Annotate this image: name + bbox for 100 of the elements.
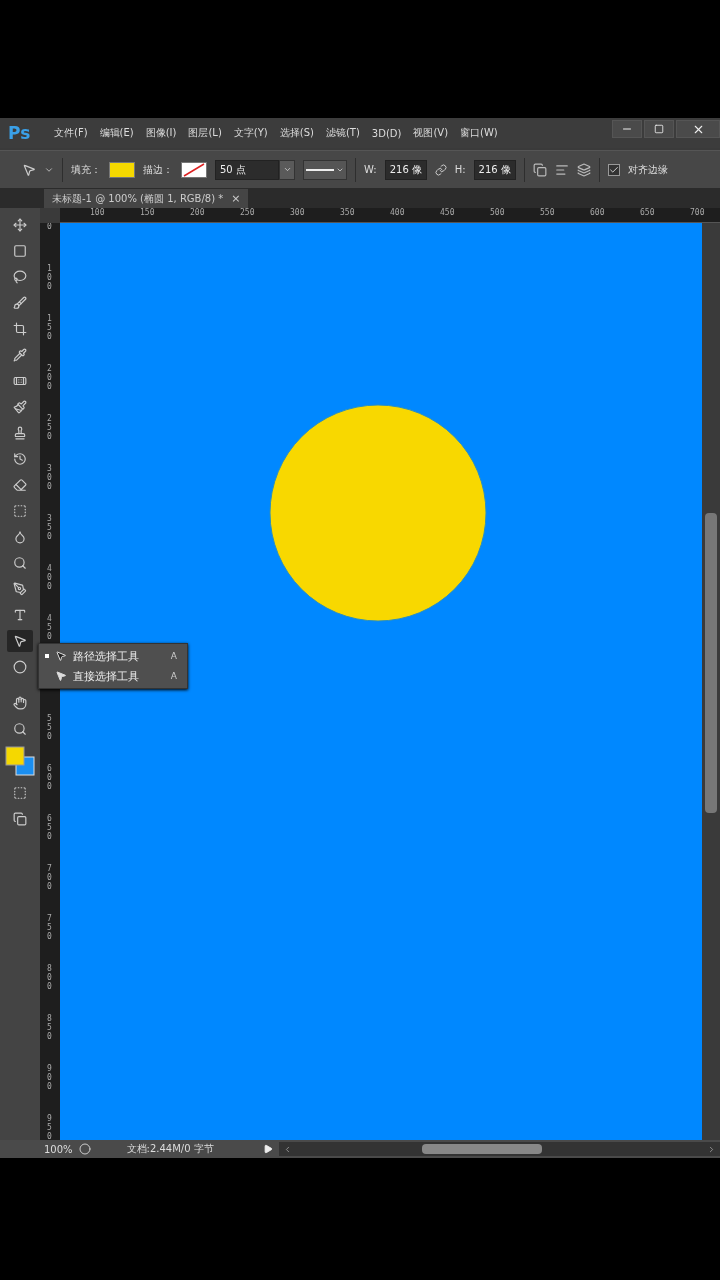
- app-logo: Ps: [8, 123, 32, 143]
- stamp-icon: [13, 426, 27, 440]
- shortcut-key: A: [170, 651, 177, 661]
- menu-item[interactable]: 视图(V): [407, 126, 455, 140]
- path-operations-icon[interactable]: [532, 162, 547, 177]
- flyout-item[interactable]: 路径选择工具: [73, 648, 165, 664]
- zoom-icon: [13, 722, 27, 736]
- align-edges-label: 对齐边缘: [627, 162, 668, 177]
- ruler-label: 250: [47, 415, 53, 443]
- pointer-icon: [55, 650, 67, 662]
- tool-button[interactable]: [7, 630, 33, 652]
- path-alignment-icon[interactable]: [554, 162, 569, 177]
- ruler-label: 400: [47, 565, 53, 593]
- pointer-icon: [55, 670, 67, 682]
- ruler-label: 450: [47, 615, 53, 643]
- stroke-label: 描边：: [143, 162, 173, 177]
- ruler-label: 850: [47, 1015, 53, 1043]
- fill-swatch[interactable]: [109, 161, 135, 178]
- menu-item[interactable]: 窗口(W): [454, 126, 504, 140]
- menu-item[interactable]: 图像(I): [139, 126, 183, 140]
- ruler-label: 450: [440, 208, 455, 217]
- menu-item[interactable]: 文字(Y): [227, 126, 274, 140]
- ruler-label: 950: [47, 1115, 53, 1140]
- stroke-swatch[interactable]: [181, 161, 207, 178]
- eyedropper-icon: [13, 348, 27, 362]
- brush-icon: [13, 296, 27, 310]
- menu-item[interactable]: 图层(L): [182, 126, 228, 140]
- pen-icon: [13, 582, 27, 596]
- magnifier-icon: [13, 556, 27, 570]
- hand-icon: [13, 696, 27, 710]
- ruler-label: 500: [490, 208, 505, 217]
- link-icon[interactable]: [434, 163, 447, 176]
- width-field[interactable]: 216 像: [384, 159, 427, 180]
- history-icon: [13, 452, 27, 466]
- stroke-width-field[interactable]: 50 点: [215, 159, 279, 180]
- screen-mode-icon: [13, 812, 27, 826]
- caret-icon: [282, 165, 292, 174]
- close-button[interactable]: [676, 120, 720, 138]
- pointer-icon[interactable]: [22, 162, 36, 177]
- height-field[interactable]: 216 像: [473, 159, 516, 180]
- ruler-label: 0: [47, 223, 53, 233]
- shortcut-key: A: [170, 671, 177, 681]
- menu-item[interactable]: 3D(D): [365, 127, 408, 139]
- flyout-item[interactable]: 直接选择工具: [73, 668, 165, 684]
- quick-mask-icon: [13, 786, 27, 800]
- type-icon: [13, 608, 27, 622]
- ruler-label: 100: [47, 265, 53, 293]
- crop-icon: [13, 322, 27, 336]
- ruler-label: 900: [47, 1065, 53, 1093]
- ruler-label: 200: [47, 365, 53, 393]
- ruler-label: 400: [390, 208, 405, 217]
- maximize-button[interactable]: [644, 120, 674, 138]
- scrollbar-thumb[interactable]: [421, 1144, 542, 1154]
- line-style-dropdown[interactable]: [303, 159, 347, 180]
- ruler-label: 150: [140, 208, 155, 217]
- ruler-label: 300: [290, 208, 305, 217]
- ruler-label: 650: [47, 815, 53, 843]
- paintbrush-icon: [13, 400, 27, 414]
- ruler-label: 700: [47, 865, 53, 893]
- menu-item[interactable]: 滤镜(T): [319, 126, 366, 140]
- marquee-icon: [13, 244, 27, 258]
- ruler-label: 200: [190, 208, 205, 217]
- status-menu-icon[interactable]: [262, 1144, 273, 1154]
- ruler-label: 250: [240, 208, 255, 217]
- status-icon[interactable]: [78, 1143, 91, 1155]
- scrollbar-thumb[interactable]: [705, 513, 717, 813]
- ruler-label: 700: [690, 208, 705, 217]
- fill-label: 填充：: [71, 162, 101, 177]
- minimize-button[interactable]: [612, 120, 642, 138]
- ruler-label: 150: [47, 315, 53, 343]
- menu-item[interactable]: 文件(F): [48, 126, 94, 140]
- horizontal-scrollbar[interactable]: [278, 1142, 720, 1156]
- document-size: 文档:2.44M/0 字节: [126, 1142, 215, 1156]
- color-swatches-icon[interactable]: [5, 746, 35, 776]
- zoom-level: 100%: [44, 1143, 73, 1155]
- scroll-right-icon[interactable]: [707, 1144, 716, 1154]
- ruler-label: 800: [47, 965, 53, 993]
- ruler-label: 550: [540, 208, 555, 217]
- align-edges-checkbox[interactable]: [607, 163, 620, 176]
- ruler-label: 300: [47, 465, 53, 493]
- document-tab[interactable]: 未标题-1 @ 100% (椭圆 1, RGB/8) * ×: [44, 189, 249, 208]
- menu-item[interactable]: 编辑(E): [93, 126, 140, 140]
- eraser-icon: [13, 478, 27, 492]
- pointer-icon: [13, 634, 27, 648]
- ruler-label: 100: [90, 208, 105, 217]
- ruler-label: 600: [47, 765, 53, 793]
- droplet-icon: [13, 530, 27, 544]
- solid-line-icon: [306, 168, 334, 171]
- width-label: W:: [364, 164, 377, 175]
- maximize-icon: [654, 124, 664, 134]
- ruler-label: 600: [590, 208, 605, 217]
- ruler-label: 350: [340, 208, 355, 217]
- path-arrangement-icon[interactable]: [576, 162, 591, 177]
- close-tab-button[interactable]: ×: [231, 192, 241, 205]
- ruler-label: 350: [47, 515, 53, 543]
- menu-item[interactable]: 选择(S): [273, 126, 320, 140]
- ellipse-icon: [13, 660, 27, 674]
- ruler-label: 550: [47, 715, 53, 743]
- ruler-label: 650: [640, 208, 655, 217]
- bandage-icon: [13, 374, 27, 388]
